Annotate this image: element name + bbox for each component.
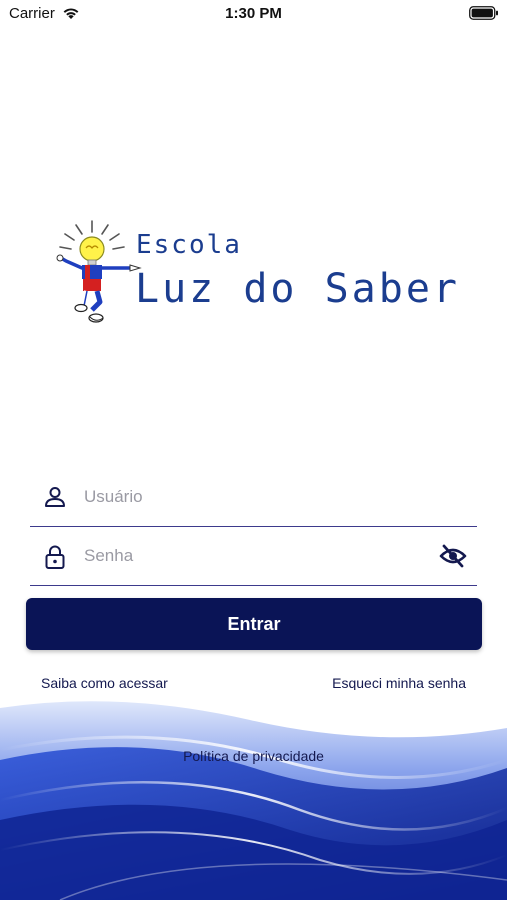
school-logo: Escola Luz do Saber — [52, 214, 457, 330]
username-field[interactable] — [30, 468, 477, 527]
user-icon — [43, 485, 67, 509]
how-to-access-link[interactable]: Saiba como acessar — [41, 675, 168, 691]
forgot-password-link[interactable]: Esqueci minha senha — [332, 675, 466, 691]
login-button[interactable]: Entrar — [26, 598, 482, 650]
username-input[interactable] — [84, 482, 424, 512]
logo-text-school-name: Luz do Saber — [135, 266, 460, 312]
status-bar: Carrier 1:30 PM — [0, 0, 507, 28]
eye-off-icon[interactable] — [439, 543, 467, 569]
battery-icon — [469, 6, 499, 20]
privacy-policy-link[interactable]: Política de privacidade — [0, 748, 507, 764]
password-field[interactable] — [30, 527, 477, 586]
password-input[interactable] — [84, 541, 424, 571]
logo-text-escola: Escola — [136, 230, 242, 260]
status-time: 1:30 PM — [225, 5, 282, 22]
wave-background — [0, 690, 507, 900]
lightbulb-mascot-icon — [56, 220, 142, 323]
lock-icon — [43, 544, 67, 569]
